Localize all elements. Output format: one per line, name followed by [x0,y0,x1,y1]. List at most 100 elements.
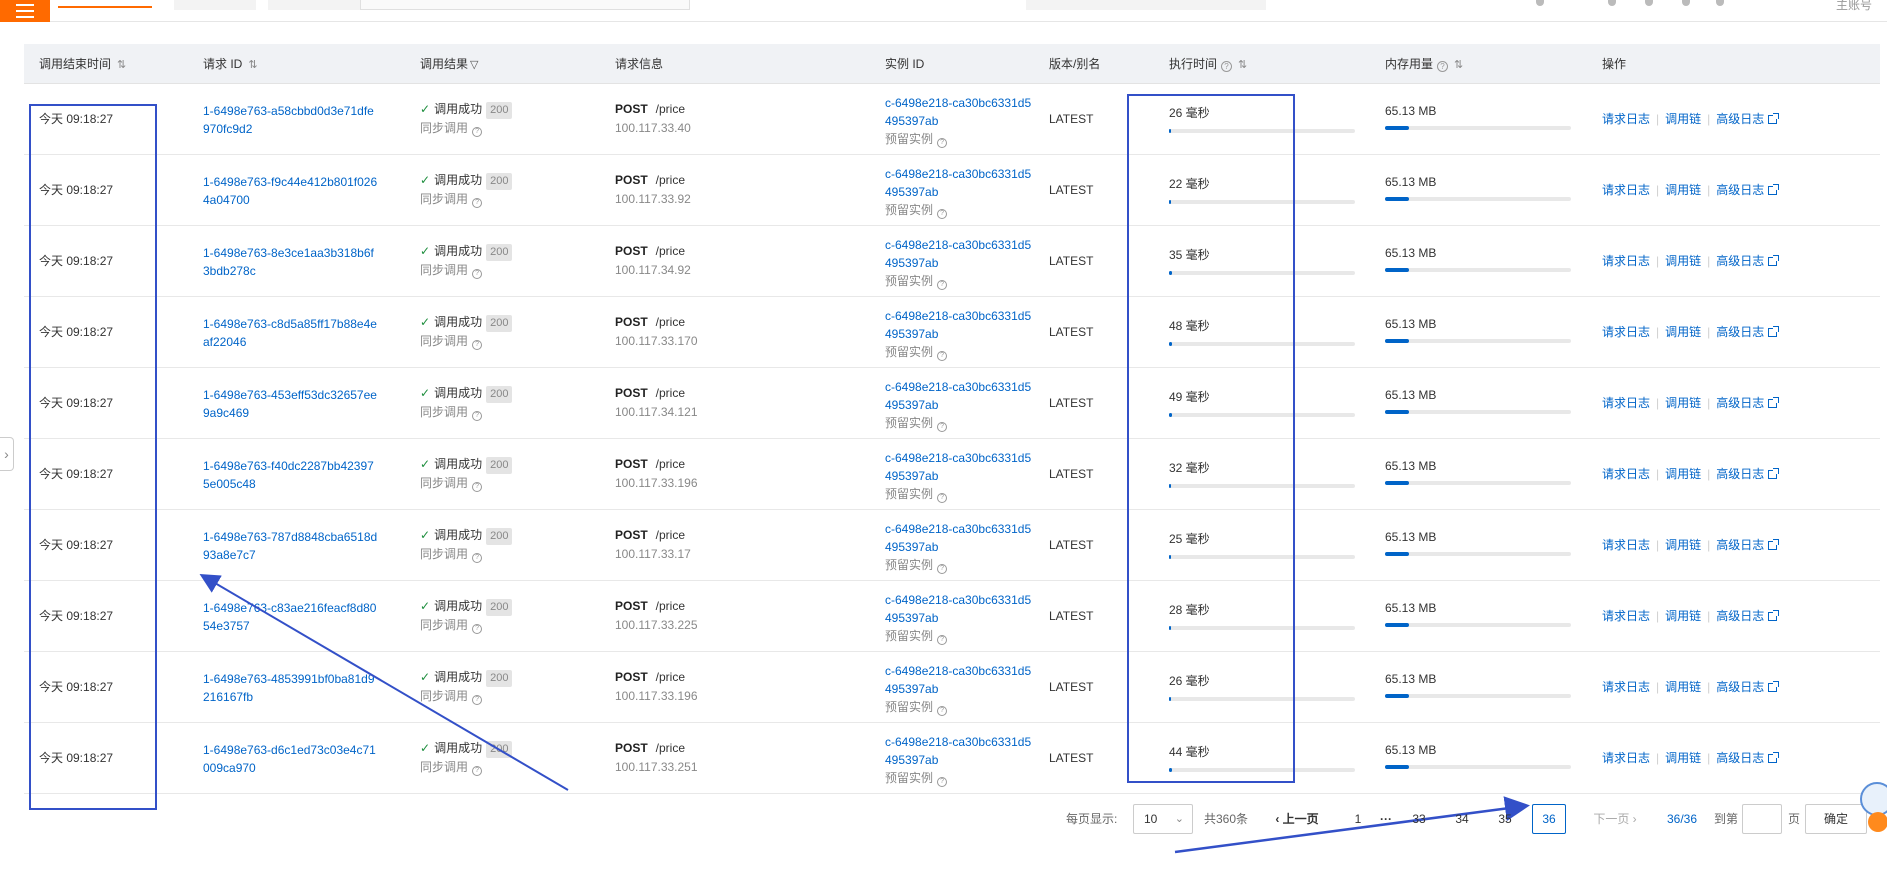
instance-id-link[interactable]: c-6498e218-ca30bc6331d5495397ab [885,591,1035,627]
page-33[interactable]: 33 [1404,803,1434,835]
request-log-link[interactable]: 请求日志 [1602,751,1650,765]
advanced-log-link[interactable]: 高级日志 [1716,609,1764,623]
external-link-icon[interactable] [1768,113,1780,124]
help-icon[interactable]: ? [472,482,483,492]
advanced-log-link[interactable]: 高级日志 [1716,112,1764,126]
request-id-link[interactable]: 1-6498e763-c83ae216feacf8d8054e3757 [203,599,378,635]
request-log-link[interactable]: 请求日志 [1602,254,1650,268]
advanced-log-link[interactable]: 高级日志 [1716,396,1764,410]
help-icon[interactable]: ? [937,706,948,716]
header-exec-time[interactable]: 执行时间? ⇅ [1169,44,1247,84]
help-icon[interactable]: ? [472,127,483,137]
request-log-link[interactable]: 请求日志 [1602,467,1650,481]
external-link-icon[interactable] [1768,326,1780,337]
header-memory[interactable]: 内存用量? ⇅ [1385,44,1463,84]
help-icon[interactable]: ? [937,351,948,361]
logo[interactable] [58,0,152,8]
assistant-avatar-icon[interactable] [1860,782,1887,832]
advanced-log-link[interactable]: 高级日志 [1716,538,1764,552]
call-chain-link[interactable]: 调用链 [1665,112,1701,126]
external-link-icon[interactable] [1768,610,1780,621]
request-id-link[interactable]: 1-6498e763-c8d5a85ff17b88e4eaf22046 [203,315,378,351]
external-link-icon[interactable] [1768,539,1780,550]
page-34[interactable]: 34 [1447,803,1477,835]
request-log-link[interactable]: 请求日志 [1602,396,1650,410]
help-icon[interactable]: ? [472,198,483,208]
help-icon[interactable]: ? [472,411,483,421]
help-icon[interactable]: ? [937,635,948,645]
nav-pill[interactable] [1026,0,1266,10]
advanced-log-link[interactable]: 高级日志 [1716,183,1764,197]
instance-id-link[interactable]: c-6498e218-ca30bc6331d5495397ab [885,449,1035,485]
sidebar-expand-icon[interactable]: › [0,437,14,471]
page-1[interactable]: 1 [1348,803,1368,835]
settings-icon[interactable] [1716,0,1724,6]
request-log-link[interactable]: 请求日志 [1602,680,1650,694]
external-link-icon[interactable] [1768,752,1780,763]
request-log-link[interactable]: 请求日志 [1602,609,1650,623]
header-end-time[interactable]: 调用结束时间 ⇅ [39,44,126,84]
account-name[interactable]: 主账号 [1836,0,1872,11]
call-chain-link[interactable]: 调用链 [1665,538,1701,552]
help-icon[interactable] [1645,0,1653,6]
goto-confirm-button[interactable]: 确定 [1805,804,1867,834]
notification-icon[interactable] [1536,0,1544,6]
external-link-icon[interactable] [1768,397,1780,408]
advanced-log-link[interactable]: 高级日志 [1716,751,1764,765]
external-link-icon[interactable] [1768,468,1780,479]
request-id-link[interactable]: 1-6498e763-8e3ce1aa3b318b6f3bdb278c [203,244,378,280]
help-icon[interactable]: ? [472,269,483,279]
header-request-id[interactable]: 请求 ID ⇅ [203,44,258,84]
prev-page-button[interactable]: ‹ 上一页 [1267,803,1327,835]
goto-page-input[interactable] [1742,804,1782,834]
request-id-link[interactable]: 1-6498e763-787d8848cba6518d93a8e7c7 [203,528,378,564]
request-id-link[interactable]: 1-6498e763-a58cbbd0d3e71dfe970fc9d2 [203,102,378,138]
page-36-current[interactable]: 36 [1532,804,1566,834]
request-log-link[interactable]: 请求日志 [1602,538,1650,552]
help-icon[interactable]: ? [937,777,948,787]
help-icon[interactable]: ? [472,340,483,350]
instance-id-link[interactable]: c-6498e218-ca30bc6331d5495397ab [885,236,1035,272]
advanced-log-link[interactable]: 高级日志 [1716,325,1764,339]
advanced-log-link[interactable]: 高级日志 [1716,254,1764,268]
request-id-link[interactable]: 1-6498e763-4853991bf0ba81d9216167fb [203,670,378,706]
call-chain-link[interactable]: 调用链 [1665,396,1701,410]
help-icon[interactable]: ? [472,553,483,563]
help-icon[interactable]: ? [937,564,948,574]
page-35[interactable]: 35 [1490,803,1520,835]
external-link-icon[interactable] [1768,681,1780,692]
page-size-select[interactable]: 10 ⌄ [1133,804,1193,834]
language-icon[interactable] [1682,0,1690,6]
call-chain-link[interactable]: 调用链 [1665,467,1701,481]
instance-id-link[interactable]: c-6498e218-ca30bc6331d5495397ab [885,307,1035,343]
instance-id-link[interactable]: c-6498e218-ca30bc6331d5495397ab [885,94,1035,130]
request-log-link[interactable]: 请求日志 [1602,183,1650,197]
search-input[interactable] [360,0,690,10]
help-icon[interactable]: ? [937,280,948,290]
call-chain-link[interactable]: 调用链 [1665,609,1701,623]
instance-id-link[interactable]: c-6498e218-ca30bc6331d5495397ab [885,378,1035,414]
header-result[interactable]: 调用结果 ▽ [420,44,478,84]
external-link-icon[interactable] [1768,184,1780,195]
next-page-button[interactable]: 下一页 › [1584,803,1646,835]
help-icon[interactable]: ? [937,138,948,148]
help-icon[interactable]: ? [472,624,483,634]
request-id-link[interactable]: 1-6498e763-f40dc2287bb423975e005c48 [203,457,378,493]
call-chain-link[interactable]: 调用链 [1665,183,1701,197]
help-icon[interactable]: ? [937,422,948,432]
help-icon[interactable]: ? [937,493,948,503]
instance-id-link[interactable]: c-6498e218-ca30bc6331d5495397ab [885,733,1035,769]
advanced-log-link[interactable]: 高级日志 [1716,467,1764,481]
request-log-link[interactable]: 请求日志 [1602,112,1650,126]
request-log-link[interactable]: 请求日志 [1602,325,1650,339]
call-chain-link[interactable]: 调用链 [1665,325,1701,339]
instance-id-link[interactable]: c-6498e218-ca30bc6331d5495397ab [885,662,1035,698]
request-id-link[interactable]: 1-6498e763-d6c1ed73c03e4c71009ca970 [203,741,378,777]
page-ellipsis[interactable]: ··· [1376,803,1396,835]
advanced-log-link[interactable]: 高级日志 [1716,680,1764,694]
call-chain-link[interactable]: 调用链 [1665,680,1701,694]
help-icon[interactable]: ? [937,209,948,219]
nav-pill[interactable] [174,0,256,10]
call-chain-link[interactable]: 调用链 [1665,254,1701,268]
request-id-link[interactable]: 1-6498e763-f9c44e412b801f0264a04700 [203,173,378,209]
